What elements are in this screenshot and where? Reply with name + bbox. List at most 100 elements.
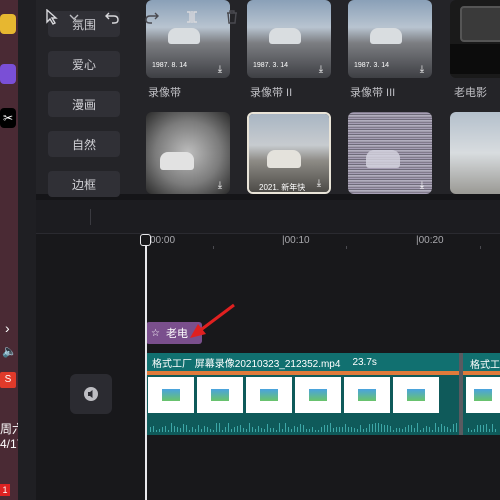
clip-divider: [459, 353, 463, 435]
toolbar-divider: [90, 209, 91, 225]
waveform-bar: [471, 430, 472, 432]
waveform-bar: [174, 426, 175, 432]
waveform-bar: [450, 429, 451, 432]
effect-thumb-light[interactable]: [450, 112, 500, 194]
effect-label: 录像带: [148, 87, 181, 99]
waveform-bar: [294, 426, 295, 432]
capcut-app-icon[interactable]: ✂: [0, 108, 16, 128]
input-method-icon[interactable]: S: [0, 372, 16, 388]
download-icon[interactable]: ⤓: [313, 178, 325, 189]
waveform-bar: [414, 428, 415, 432]
waveform-bar: [237, 426, 238, 432]
notification-badge[interactable]: 1: [0, 484, 10, 496]
effect-thumb-vhs-2[interactable]: 1987. 3. 14 ⤓: [247, 0, 331, 78]
ruler-mark: [346, 246, 347, 249]
waveform-bar: [162, 427, 163, 432]
waveform-bar: [279, 423, 280, 432]
waveform-bar: [402, 429, 403, 432]
download-icon[interactable]: ⤓: [416, 64, 428, 75]
waveform-bar: [249, 423, 250, 432]
effect-label: 录像带 II: [250, 87, 293, 99]
select-pointer-icon[interactable]: [42, 6, 62, 28]
waveform-bar: [186, 425, 187, 432]
waveform-bar: [255, 429, 256, 432]
app-icon[interactable]: [0, 64, 16, 84]
waveform-bar: [435, 423, 436, 432]
effect-thumb-noise[interactable]: ⤓: [348, 112, 432, 194]
waveform-bar: [480, 425, 481, 432]
waveform-bar: [417, 423, 418, 432]
download-icon[interactable]: ⤓: [416, 180, 428, 191]
waveform-bar: [354, 428, 355, 432]
waveform-bar: [201, 429, 202, 432]
speaker-icon[interactable]: 🔈: [2, 344, 17, 358]
timeline-toolbar: [36, 200, 500, 234]
waveform-bar: [153, 426, 154, 432]
playhead[interactable]: [145, 236, 147, 500]
waveform-bar: [234, 427, 235, 432]
waveform-bar: [369, 424, 370, 432]
waveform-bar: [150, 427, 151, 432]
effect-thumb-bw[interactable]: ⤓: [146, 112, 230, 194]
waveform-bar: [282, 429, 283, 432]
video-clip-name: 格式工厂 屏幕录像20210323_212352.mp4: [152, 358, 341, 370]
waveform-bar: [372, 424, 373, 432]
category-nature[interactable]: 自然: [48, 131, 120, 157]
waveform-bar: [345, 424, 346, 432]
folder-icon[interactable]: [0, 14, 16, 34]
waveform-bar: [252, 427, 253, 432]
download-icon[interactable]: ⤓: [315, 64, 327, 75]
waveform-bar: [231, 429, 232, 432]
waveform-bar: [381, 424, 382, 432]
effect-thumb-polaroid[interactable]: 2021. 新年快 ⤓: [247, 112, 331, 194]
waveform-bar: [348, 427, 349, 432]
waveform-bar: [198, 425, 199, 432]
undo-icon[interactable]: [102, 6, 122, 28]
waveform-bar: [204, 426, 205, 432]
waveform-bar: [156, 430, 157, 432]
playhead-handle[interactable]: [140, 234, 151, 246]
waveform-bar: [300, 424, 301, 432]
waveform-bar: [297, 427, 298, 432]
waveform-bar: [336, 427, 337, 432]
waveform-bar: [366, 428, 367, 432]
track-mute-button[interactable]: [70, 374, 112, 414]
effect-clip-label: 老电: [165, 328, 188, 340]
effect-thumb-vhs-3[interactable]: 1987. 3. 14 ⤓: [348, 0, 432, 78]
waveform-bar: [342, 427, 343, 432]
download-icon[interactable]: ⤓: [214, 180, 226, 191]
waveform-bar: [453, 424, 454, 432]
waveform-bar: [390, 426, 391, 432]
category-love[interactable]: 爱心: [48, 51, 120, 77]
video-clip-duration: 23.7s: [352, 356, 377, 368]
thumb-overlay-date: 1987. 8. 14: [152, 62, 188, 69]
waveform-bar: [318, 430, 319, 432]
video-frame: [246, 377, 292, 413]
waveform-bar: [288, 427, 289, 432]
video-clip-header[interactable]: 格式工厂 屏幕录像20210323_212352.mp4 23.7s: [146, 353, 500, 371]
category-comic[interactable]: 漫画: [48, 91, 120, 117]
thumb-overlay-text: 2021. 新年快: [259, 183, 306, 192]
waveform-bar: [486, 424, 487, 432]
chevron-right-icon[interactable]: ›: [5, 320, 10, 336]
thumb-overlay-date: 1987. 3. 14: [253, 62, 289, 69]
waveform-bar: [267, 424, 268, 432]
split-icon[interactable]: [182, 6, 202, 28]
ruler-tick: 00:00: [150, 235, 176, 246]
delete-icon: [222, 6, 242, 28]
waveform-bar: [213, 430, 214, 432]
video-frame: [344, 377, 390, 413]
waveform-bar: [261, 428, 262, 432]
waveform-bar: [375, 423, 376, 432]
category-border[interactable]: 边框: [48, 171, 120, 197]
waveform-bar: [441, 424, 442, 432]
chevron-down-icon[interactable]: [66, 6, 82, 28]
waveform-bar: [327, 425, 328, 432]
waveform-bar: [165, 426, 166, 432]
waveform-bar: [393, 430, 394, 432]
waveform-bar: [192, 427, 193, 432]
download-icon[interactable]: ⤓: [214, 64, 226, 75]
waveform-bar: [492, 424, 493, 432]
effect-thumb-old-film[interactable]: [450, 0, 500, 78]
waveform-bar: [240, 425, 241, 432]
